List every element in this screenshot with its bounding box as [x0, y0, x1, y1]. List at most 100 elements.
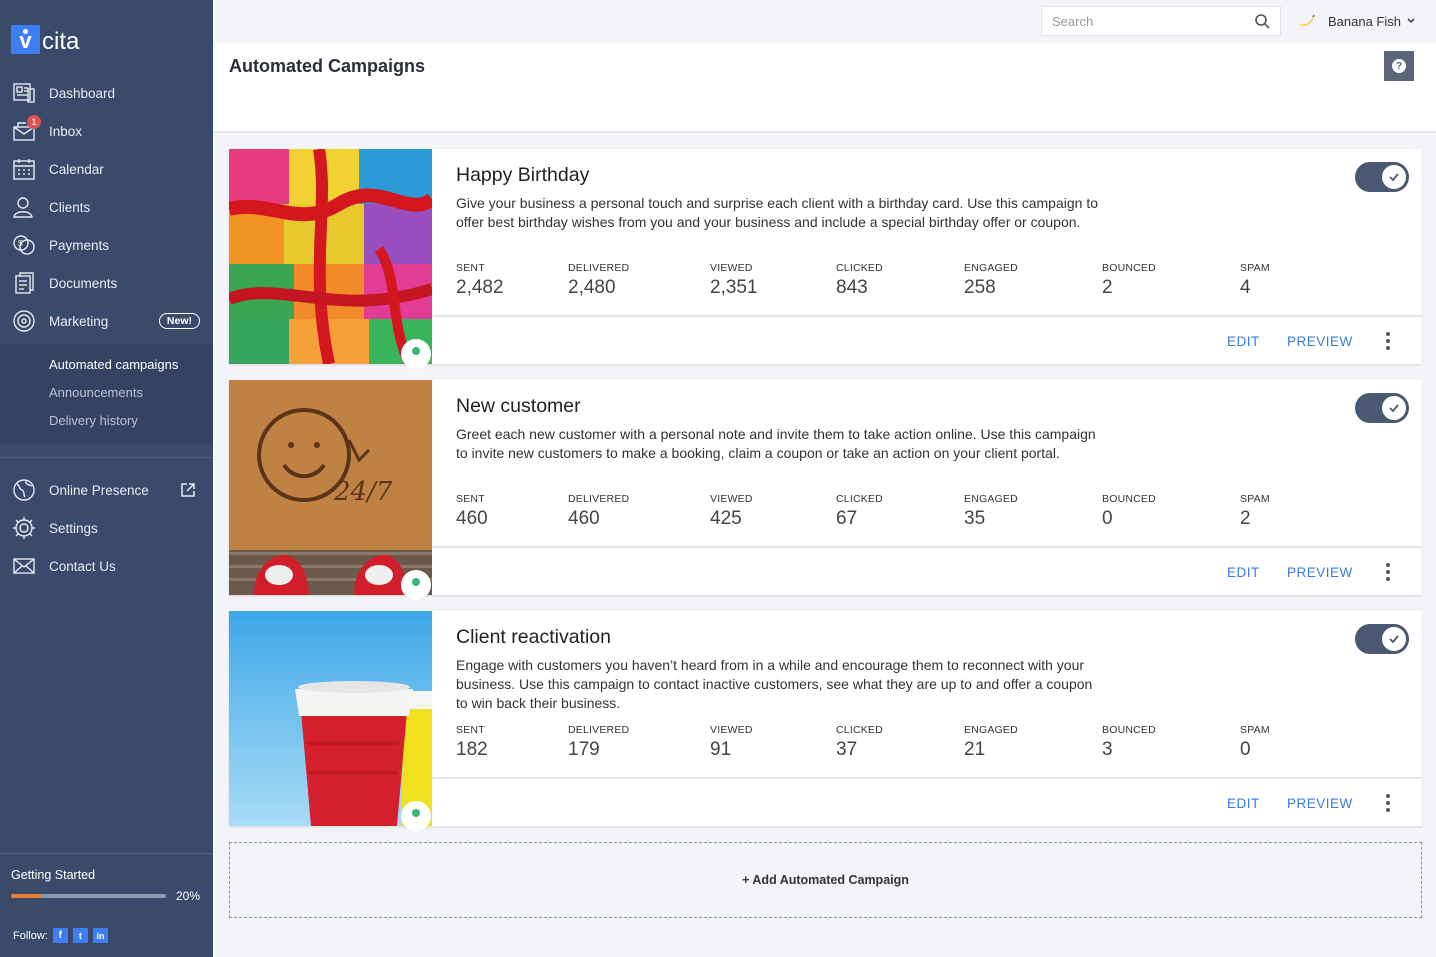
preview-button[interactable]: PREVIEW: [1287, 565, 1353, 580]
sidebar-item-label: Dashboard: [49, 85, 116, 101]
stat-value: 2: [1240, 508, 1251, 529]
secondary-nav: Online Presence Settings Contact Us: [0, 471, 213, 585]
gear-icon: [11, 515, 37, 541]
calendar-icon: [11, 156, 37, 182]
stat-clicked: CLICKED 67: [836, 493, 883, 530]
sidebar-item-contact-us[interactable]: Contact Us: [0, 547, 213, 585]
card-actions: EDIT PREVIEW: [432, 779, 1422, 826]
progress-fill: [11, 894, 42, 898]
linkedin-icon[interactable]: in: [92, 928, 108, 943]
edit-button[interactable]: EDIT: [1227, 334, 1260, 349]
check-icon: [1382, 627, 1406, 651]
logo-mark: v: [11, 24, 40, 54]
stat-value: 2,480: [568, 277, 616, 298]
stat-value: 0: [1102, 508, 1113, 529]
stat-value: 37: [836, 739, 858, 760]
stat-sent: SENT 2,482: [456, 262, 504, 299]
twitter-icon[interactable]: t: [72, 928, 88, 943]
stat-label: SPAM: [1240, 262, 1270, 274]
clients-icon: [11, 194, 37, 220]
stat-sent: SENT 460: [456, 493, 488, 530]
sidebar-item-label: Inbox: [49, 123, 83, 139]
stat-viewed: VIEWED 91: [710, 724, 753, 761]
card-actions: EDIT PREVIEW: [432, 317, 1422, 364]
stat-value: 4: [1240, 277, 1251, 298]
inbox-count-badge: 1: [27, 115, 41, 129]
sidebar-item-online-presence[interactable]: Online Presence: [0, 471, 213, 509]
getting-started[interactable]: Getting Started 20%: [0, 853, 213, 903]
stat-viewed: VIEWED 2,351: [710, 262, 758, 299]
page-title: Automated Campaigns: [229, 56, 426, 76]
stat-value: 21: [964, 739, 986, 760]
sidebar-item-documents[interactable]: Documents: [0, 264, 213, 302]
stat-delivered: DELIVERED 179: [568, 724, 629, 761]
vcita-logo[interactable]: v cita: [11, 22, 79, 56]
sidebar-item-payments[interactable]: $ Payments: [0, 226, 213, 264]
check-icon: [1382, 396, 1406, 420]
stat-label: SENT: [456, 262, 485, 274]
stat-clicked: CLICKED 843: [836, 262, 883, 299]
search-box[interactable]: [1041, 6, 1281, 36]
stat-label: SENT: [456, 724, 485, 736]
preview-button[interactable]: PREVIEW: [1287, 334, 1353, 349]
sidebar-item-label: Clients: [49, 199, 91, 215]
stat-value: 182: [456, 739, 488, 760]
stat-label: CLICKED: [836, 724, 883, 736]
stat-delivered: DELIVERED 460: [568, 493, 629, 530]
globe-icon: [11, 477, 37, 503]
campaign-enabled-toggle[interactable]: [1355, 393, 1409, 423]
sidebar-divider: [0, 457, 213, 458]
subnav-delivery-history[interactable]: Delivery history: [0, 406, 213, 434]
stat-label: CLICKED: [836, 493, 883, 505]
search-icon[interactable]: [1254, 13, 1270, 29]
external-link-icon[interactable]: [180, 482, 196, 498]
svg-text:24/7: 24/7: [333, 477, 393, 507]
campaign-title: Happy Birthday: [456, 164, 590, 186]
stat-label: VIEWED: [710, 724, 753, 736]
stat-label: ENGAGED: [964, 724, 1018, 736]
campaign-stats: SENT 182 DELIVERED 179 VIEWED 91 CLICKED 37 …: [456, 724, 1356, 764]
sidebar-item-settings[interactable]: Settings: [0, 509, 213, 547]
stat-value: 91: [710, 739, 732, 760]
campaign-title: New customer: [456, 395, 581, 417]
stat-clicked: CLICKED 37: [836, 724, 883, 761]
subnav-announcements[interactable]: Announcements: [0, 378, 213, 406]
sidebar-item-label: Calendar: [49, 161, 104, 177]
edit-button[interactable]: EDIT: [1227, 796, 1260, 811]
stat-label: DELIVERED: [568, 493, 630, 505]
more-options-icon[interactable]: [1382, 332, 1394, 350]
sidebar-item-label: Online Presence: [49, 482, 149, 498]
sidebar-item-inbox[interactable]: 1 Inbox: [0, 112, 213, 150]
stat-value: 179: [568, 739, 600, 760]
campaign-card: Happy Birthday Give your business a pers…: [229, 149, 1422, 369]
edit-button[interactable]: EDIT: [1227, 565, 1260, 580]
user-name: Banana Fish: [1328, 13, 1401, 29]
campaign-enabled-toggle[interactable]: [1355, 624, 1409, 654]
more-options-icon[interactable]: [1382, 563, 1394, 581]
stat-value: 460: [456, 508, 488, 529]
stat-bounced: BOUNCED 0: [1102, 493, 1156, 530]
main-nav: Dashboard 1 Inbox Calendar Clients $ Pay…: [0, 74, 213, 340]
add-automated-campaign-button[interactable]: + Add Automated Campaign: [229, 842, 1422, 918]
stat-label: BOUNCED: [1102, 262, 1156, 274]
sidebar-item-calendar[interactable]: Calendar: [0, 150, 213, 188]
campaign-enabled-toggle[interactable]: [1355, 162, 1409, 192]
sidebar-item-dashboard[interactable]: Dashboard: [0, 74, 213, 112]
user-menu[interactable]: Banana Fish: [1298, 12, 1416, 30]
stat-value: 2,482: [456, 277, 504, 298]
stat-sent: SENT 182: [456, 724, 488, 761]
more-options-icon[interactable]: [1382, 794, 1394, 812]
search-input[interactable]: [1052, 13, 1252, 29]
campaign-title: Client reactivation: [456, 626, 611, 648]
subnav-automated-campaigns[interactable]: Automated campaigns: [0, 350, 213, 378]
help-button[interactable]: ?: [1384, 51, 1414, 81]
payments-icon: $: [11, 232, 37, 258]
stat-viewed: VIEWED 425: [710, 493, 753, 530]
preview-button[interactable]: PREVIEW: [1287, 796, 1353, 811]
stat-engaged: ENGAGED 21: [964, 724, 1018, 761]
sidebar-item-marketing[interactable]: Marketing New!: [0, 302, 213, 340]
sidebar-item-clients[interactable]: Clients: [0, 188, 213, 226]
topbar: Banana Fish: [213, 0, 1436, 43]
getting-started-title: Getting Started: [11, 868, 96, 882]
facebook-icon[interactable]: f: [52, 928, 68, 943]
